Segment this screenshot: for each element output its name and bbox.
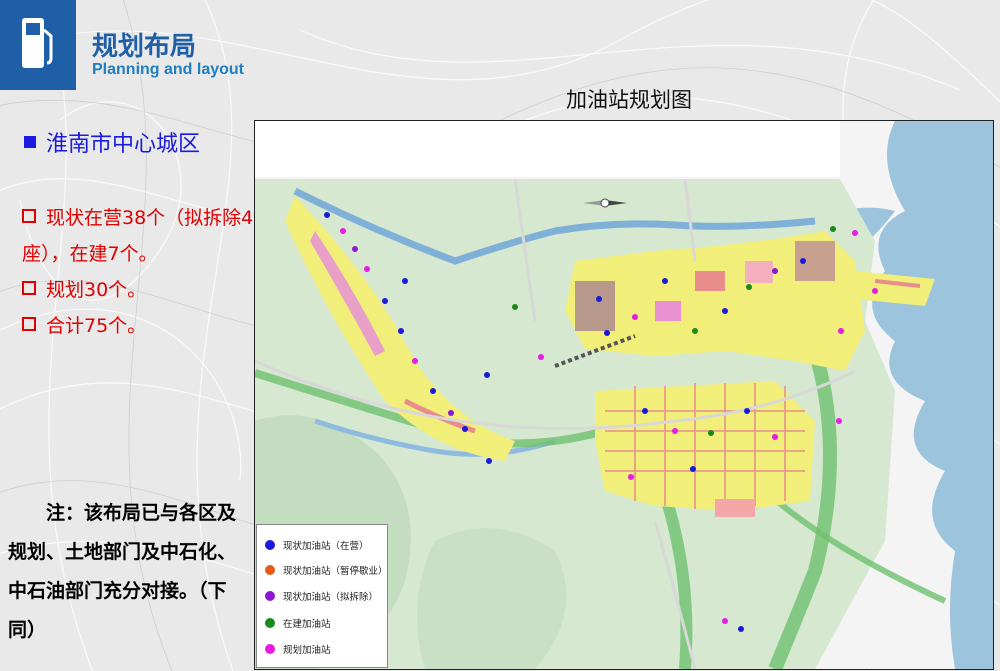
checkbox-bullet-icon [22,316,36,331]
checkbox-bullet-icon [22,208,36,223]
legend-item: 现状加油站（在营） [265,537,369,553]
orange-dot-icon [265,565,275,575]
list-item-text: 现状在营38个（拟拆除4座），在建7个。 [22,207,254,265]
square-bullet-icon [24,136,36,148]
list-item-text: 规划30个。 [46,279,147,301]
legend-label: 在建加油站 [283,619,331,630]
legend-item: 现状加油站（暂停歇业） [265,562,388,578]
map-title: 加油站规划图 [566,88,692,112]
legend-item: 规划加油站 [265,641,331,657]
note-body: 注：该布局已与各区及规划、土地部门及中石化、中石油部门充分对接。（下同） [8,502,237,641]
list-item: 合计75个。 [22,308,258,344]
header-logo-box [0,0,76,90]
list-item-text: 合计75个。 [46,315,147,337]
list-item: 规划30个。 [22,272,258,308]
checkbox-bullet-icon [22,280,36,295]
legend-label: 现状加油站（在营） [283,541,369,552]
page-subtitle: Planning and layout [92,61,245,78]
list-item: 现状在营38个（拟拆除4座），在建7个。 [22,200,258,272]
blue-dot-icon [265,540,275,550]
note-text: 注：该布局已与各区及规划、土地部门及中石化、中石油部门充分对接。（下同） [8,494,248,650]
section-heading-text: 淮南市中心城区 [46,132,201,157]
legend-item: 在建加油站 [265,615,331,631]
fuel-pump-icon [22,18,53,68]
green-dot-icon [265,618,275,628]
statistics-list: 现状在营38个（拟拆除4座），在建7个。 规划30个。 合计75个。 [22,200,258,344]
page-title: 规划布局 [92,32,197,62]
legend-label: 规划加油站 [283,645,331,656]
legend-label: 现状加油站（暂停歇业） [283,566,388,577]
legend-label: 现状加油站（拟拆除） [283,592,379,603]
map-legend: 现状加油站（在营） 现状加油站（暂停歇业） 现状加油站（拟拆除） 在建加油站 规… [256,524,388,668]
section-heading: 淮南市中心城区 [24,126,200,158]
magenta-dot-icon [265,644,275,654]
purple-dot-icon [265,591,275,601]
legend-item: 现状加油站（拟拆除） [265,588,378,604]
